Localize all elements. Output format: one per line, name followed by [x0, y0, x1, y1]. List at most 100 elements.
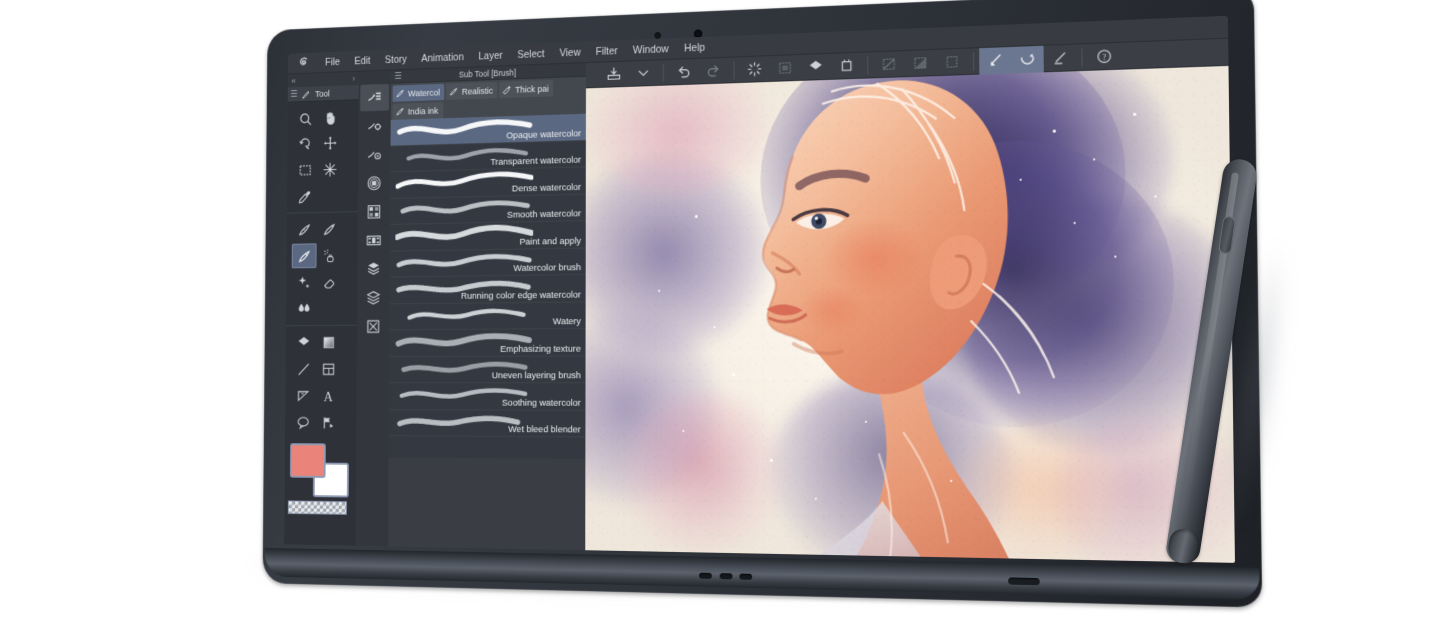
list-item[interactable]: Paint and apply	[390, 221, 586, 251]
brush-label: Soothing watercolor	[502, 397, 581, 409]
brush-label: Wet bleed blender	[508, 424, 580, 436]
rotate-tool[interactable]	[293, 131, 318, 156]
tab-thick-paint[interactable]: Thick pai	[499, 80, 553, 98]
hamburger-menu-icon[interactable]: ☰	[395, 71, 402, 82]
main-color-swatch[interactable]	[290, 443, 326, 478]
fill-tool[interactable]	[291, 330, 316, 355]
svg-text:A: A	[323, 389, 332, 404]
pen-pressure-button[interactable]	[1044, 44, 1077, 72]
chevron-right-icon[interactable]: ›	[352, 74, 355, 83]
deselect-button[interactable]	[873, 50, 904, 77]
brush-label: Watercolor brush	[513, 262, 581, 275]
menu-item-filter[interactable]: Filter	[588, 40, 625, 63]
pen-tool[interactable]	[292, 217, 317, 242]
paint-speckle	[1155, 196, 1157, 198]
menu-item-view[interactable]: View	[552, 41, 588, 64]
menu-item-help[interactable]: Help	[676, 36, 712, 59]
menu-item-animation[interactable]: Animation	[414, 46, 471, 69]
chevron-double-left-icon[interactable]: «	[291, 76, 295, 85]
auto-select-tool[interactable]	[317, 157, 342, 182]
menu-item-layer[interactable]: Layer	[471, 44, 510, 67]
hamburger-menu-icon[interactable]: ☰	[290, 89, 297, 100]
undo-button[interactable]	[669, 58, 699, 85]
sub-tool-empty-area	[388, 457, 585, 550]
balloon-tool[interactable]	[290, 410, 315, 435]
tab-watercolor[interactable]: Watercol	[393, 84, 445, 102]
menu-item-file[interactable]: File	[318, 51, 347, 73]
color-wheel-icon[interactable]	[360, 170, 389, 197]
color-set-icon[interactable]	[359, 198, 388, 225]
frame-border-tool[interactable]	[316, 356, 341, 381]
brush-icon	[395, 88, 405, 99]
ruler-tool[interactable]	[291, 383, 316, 408]
tab-india-ink[interactable]: India ink	[392, 102, 442, 120]
pencil-icon	[301, 88, 312, 100]
brush-size-button[interactable]	[1011, 45, 1044, 73]
airbrush-tool[interactable]	[316, 243, 341, 268]
brush-tool[interactable]	[292, 243, 317, 268]
tab-watercolor-label: Watercol	[408, 87, 440, 98]
transform-button[interactable]	[979, 46, 1011, 74]
operation-tool[interactable]	[315, 410, 340, 435]
crop-button[interactable]	[831, 52, 862, 79]
tool-property-icon[interactable]	[360, 112, 389, 139]
brush-label: Emphasizing texture	[500, 343, 581, 355]
list-item[interactable]: Watery	[389, 302, 585, 330]
brush-stroke-preview	[395, 250, 533, 273]
save-options-dropdown[interactable]	[629, 60, 659, 87]
gradient-tool[interactable]	[316, 330, 341, 355]
invert-selection-button[interactable]	[905, 49, 937, 76]
brush-label: Smooth watercolor	[507, 208, 581, 221]
sub-tool-detail-icon[interactable]	[360, 141, 389, 168]
wash-violet-deep	[870, 66, 1176, 287]
wash-peach	[949, 422, 1124, 564]
list-item[interactable]: Running color edge watercolor	[390, 275, 586, 304]
paper-grain-texture	[585, 66, 1235, 563]
transparent-color-swatch[interactable]	[288, 500, 347, 514]
zoom-tool[interactable]	[293, 106, 318, 131]
figure-tool[interactable]	[291, 356, 316, 381]
eyedropper-tool[interactable]	[292, 184, 317, 209]
brush-label: Opaque watercolor	[506, 128, 581, 142]
workspace-row: « › ☰ Tool	[284, 39, 1235, 563]
brush-list[interactable]: Opaque watercolor Transparent watercolor…	[389, 114, 586, 459]
sub-tool-title: Sub Tool [Brush]	[459, 67, 516, 79]
paint-speckle	[732, 373, 735, 376]
list-item[interactable]: Uneven layering brush	[389, 356, 585, 383]
list-item[interactable]: Watercolor brush	[390, 248, 586, 278]
3d-layer-icon[interactable]	[359, 255, 388, 282]
toolbar-divider	[734, 61, 735, 79]
pencil-tool[interactable]	[317, 216, 342, 241]
list-item[interactable]: Soothing watercolor	[389, 383, 586, 410]
fill-selection-button[interactable]	[770, 54, 801, 81]
redo-button[interactable]	[699, 57, 729, 84]
marquee-select-tool[interactable]	[292, 157, 317, 182]
sub-tool-panel: ☰ Sub Tool [Brush] Watercol Realistic	[388, 63, 586, 550]
fill-button[interactable]	[800, 53, 831, 80]
list-item[interactable]: Wet bleed blender	[389, 410, 586, 438]
paint-speckle	[1133, 113, 1136, 116]
list-item[interactable]: Emphasizing texture	[389, 329, 585, 357]
menu-item-edit[interactable]: Edit	[347, 50, 378, 72]
help-button[interactable]: ?	[1088, 42, 1121, 70]
paint-speckle	[1074, 222, 1076, 224]
blend-tool[interactable]	[291, 296, 316, 321]
save-button[interactable]	[599, 61, 628, 87]
select-all-button[interactable]	[936, 48, 968, 76]
svg-text:?: ?	[1102, 52, 1106, 62]
s-pen-stylus[interactable]	[1208, 155, 1294, 585]
menu-item-window[interactable]: Window	[625, 38, 676, 62]
toolbar-divider	[1081, 48, 1082, 67]
artwork-canvas[interactable]	[585, 66, 1235, 563]
color-swatches	[284, 441, 356, 515]
paint-speckle	[1093, 158, 1095, 160]
brush-stroke-preview	[395, 223, 533, 247]
menu-item-story[interactable]: Story	[378, 48, 415, 70]
brush-label: Watery	[553, 316, 581, 328]
tablet-device: File Edit Story Animation Layer Select V…	[263, 0, 1263, 608]
decoration-tool[interactable]	[291, 270, 316, 295]
stylus-button[interactable]	[1218, 215, 1237, 255]
brush-label: Paint and apply	[520, 235, 581, 248]
tab-realistic[interactable]: Realistic	[446, 82, 497, 100]
list-item[interactable]: Smooth watercolor	[390, 194, 586, 225]
